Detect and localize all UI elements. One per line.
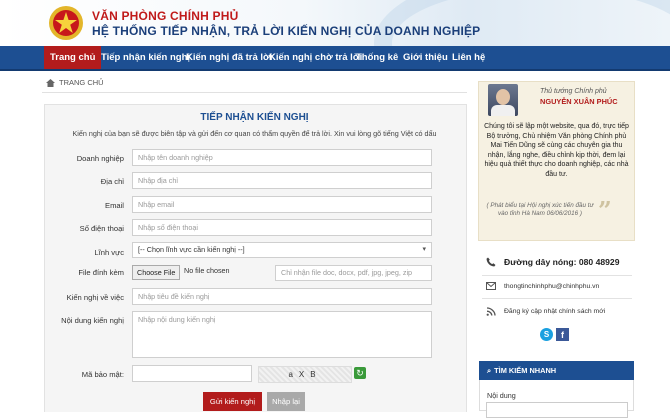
- search-input[interactable]: [486, 402, 628, 418]
- nav-submit-petition[interactable]: Tiếp nhận kiến nghị: [101, 46, 190, 69]
- breadcrumb-home[interactable]: TRANG CHỦ: [59, 78, 104, 87]
- main-nav: Trang chủ Tiếp nhận kiến nghị Kiến nghị …: [0, 46, 670, 71]
- choose-file-button[interactable]: Choose File: [132, 265, 181, 280]
- refresh-icon[interactable]: ↻: [354, 367, 366, 379]
- chevron-down-icon: ▾: [422, 246, 426, 253]
- quote-note: ( Phát biểu tại Hội nghị xúc tiến đầu tư…: [486, 202, 594, 217]
- submit-button[interactable]: Gửi kiến nghị: [203, 392, 262, 411]
- social-links: S f: [540, 328, 569, 341]
- nav-statistics[interactable]: Thống kê: [356, 46, 398, 69]
- quick-search-title: TÌM KIẾM NHANH: [494, 366, 557, 375]
- nav-contact[interactable]: Liên hệ: [452, 46, 485, 69]
- org-name: VĂN PHÒNG CHÍNH PHỦ: [92, 9, 239, 23]
- header-decoration: [374, 0, 670, 46]
- nav-about[interactable]: Giới thiệu: [403, 46, 448, 69]
- email-input[interactable]: Nhập email: [132, 196, 432, 213]
- quote-name: NGUYỄN XUÂN PHÚC: [540, 97, 618, 106]
- hotline-text: Đường dây nóng: 080 48929: [504, 257, 620, 267]
- national-emblem-icon[interactable]: [48, 5, 84, 41]
- divider: [482, 298, 632, 299]
- field-select-value: [-- Chọn lĩnh vực cần kiến nghị --]: [138, 245, 245, 254]
- email-label: Email: [105, 201, 124, 210]
- nav-pending[interactable]: Kiến nghị chờ trả lời: [269, 46, 362, 69]
- divider: [482, 275, 632, 276]
- search-icon: ⌕: [487, 366, 492, 375]
- phone-label: Số điện thoại: [79, 224, 124, 233]
- content-textarea[interactable]: Nhập nội dung kiến nghị: [132, 311, 432, 358]
- quote-mark-icon: ”: [598, 196, 612, 225]
- file-type-hint: Chỉ nhận file doc, docx, pdf, jpg, jpeg,…: [275, 265, 432, 281]
- captcha-image: aXB: [258, 366, 352, 383]
- mail-icon: [486, 282, 496, 290]
- quote-body: Chúng tôi sẽ lập một website, qua đó, tr…: [484, 123, 629, 178]
- address-label: Địa chỉ: [100, 177, 124, 186]
- nav-answered[interactable]: Kiến nghị đã trả lời: [186, 46, 272, 69]
- attachment-label: File đính kèm: [78, 268, 124, 277]
- breadcrumb: TRANG CHỦ: [46, 78, 104, 87]
- rss-icon: [486, 307, 496, 316]
- facebook-icon[interactable]: f: [556, 328, 569, 341]
- captcha-input[interactable]: [132, 365, 252, 382]
- form-title: TIẾP NHẬN KIẾN NGHỊ: [200, 112, 309, 123]
- phone-input[interactable]: Nhập số điện thoại: [132, 219, 432, 236]
- system-name: HỆ THỐNG TIẾP NHẬN, TRẢ LỜI KIẾN NGHỊ CỦ…: [92, 24, 481, 38]
- field-select[interactable]: [-- Chọn lĩnh vực cần kiến nghị --] ▾: [132, 242, 432, 258]
- breadcrumb-divider: [42, 92, 467, 93]
- skype-icon[interactable]: S: [540, 328, 553, 341]
- content-label: Nội dung kiến nghị: [61, 316, 124, 325]
- reset-button[interactable]: Nhập lại: [267, 392, 305, 411]
- address-input[interactable]: Nhập địa chỉ: [132, 172, 432, 189]
- field-label: Lĩnh vực: [94, 248, 124, 257]
- subject-input[interactable]: Nhập tiêu đề kiến nghị: [132, 288, 432, 305]
- email-text[interactable]: thongtinchinhphu@chinhphu.vn: [504, 283, 599, 290]
- quote-role: Thủ tướng Chính phủ: [540, 88, 607, 95]
- form-description: Kiến nghị của bạn sẽ được biên tập và gử…: [72, 129, 437, 138]
- business-label: Doanh nghiệp: [76, 154, 124, 163]
- business-input[interactable]: Nhập tên doanh nghiệp: [132, 149, 432, 166]
- subscribe-text[interactable]: Đăng ký cập nhật chính sách mới: [504, 308, 605, 315]
- subscribe-link[interactable]: Đăng ký cập nhật chính sách mới: [486, 307, 605, 316]
- file-status: No file chosen: [184, 266, 230, 275]
- hotline: Đường dây nóng: 080 48929: [486, 257, 620, 267]
- avatar: [488, 84, 518, 116]
- quick-search-header: ⌕ TÌM KIẾM NHANH: [479, 361, 634, 380]
- nav-home[interactable]: Trang chủ: [44, 46, 102, 69]
- phone-icon: [486, 257, 496, 267]
- subject-label: Kiến nghị về việc: [66, 293, 124, 302]
- contact-email[interactable]: thongtinchinhphu@chinhphu.vn: [486, 282, 599, 290]
- site-header: [0, 0, 670, 46]
- captcha-label: Mã bảo mật:: [81, 370, 124, 379]
- home-icon[interactable]: [46, 78, 55, 87]
- search-content-label: Nội dung: [487, 391, 516, 400]
